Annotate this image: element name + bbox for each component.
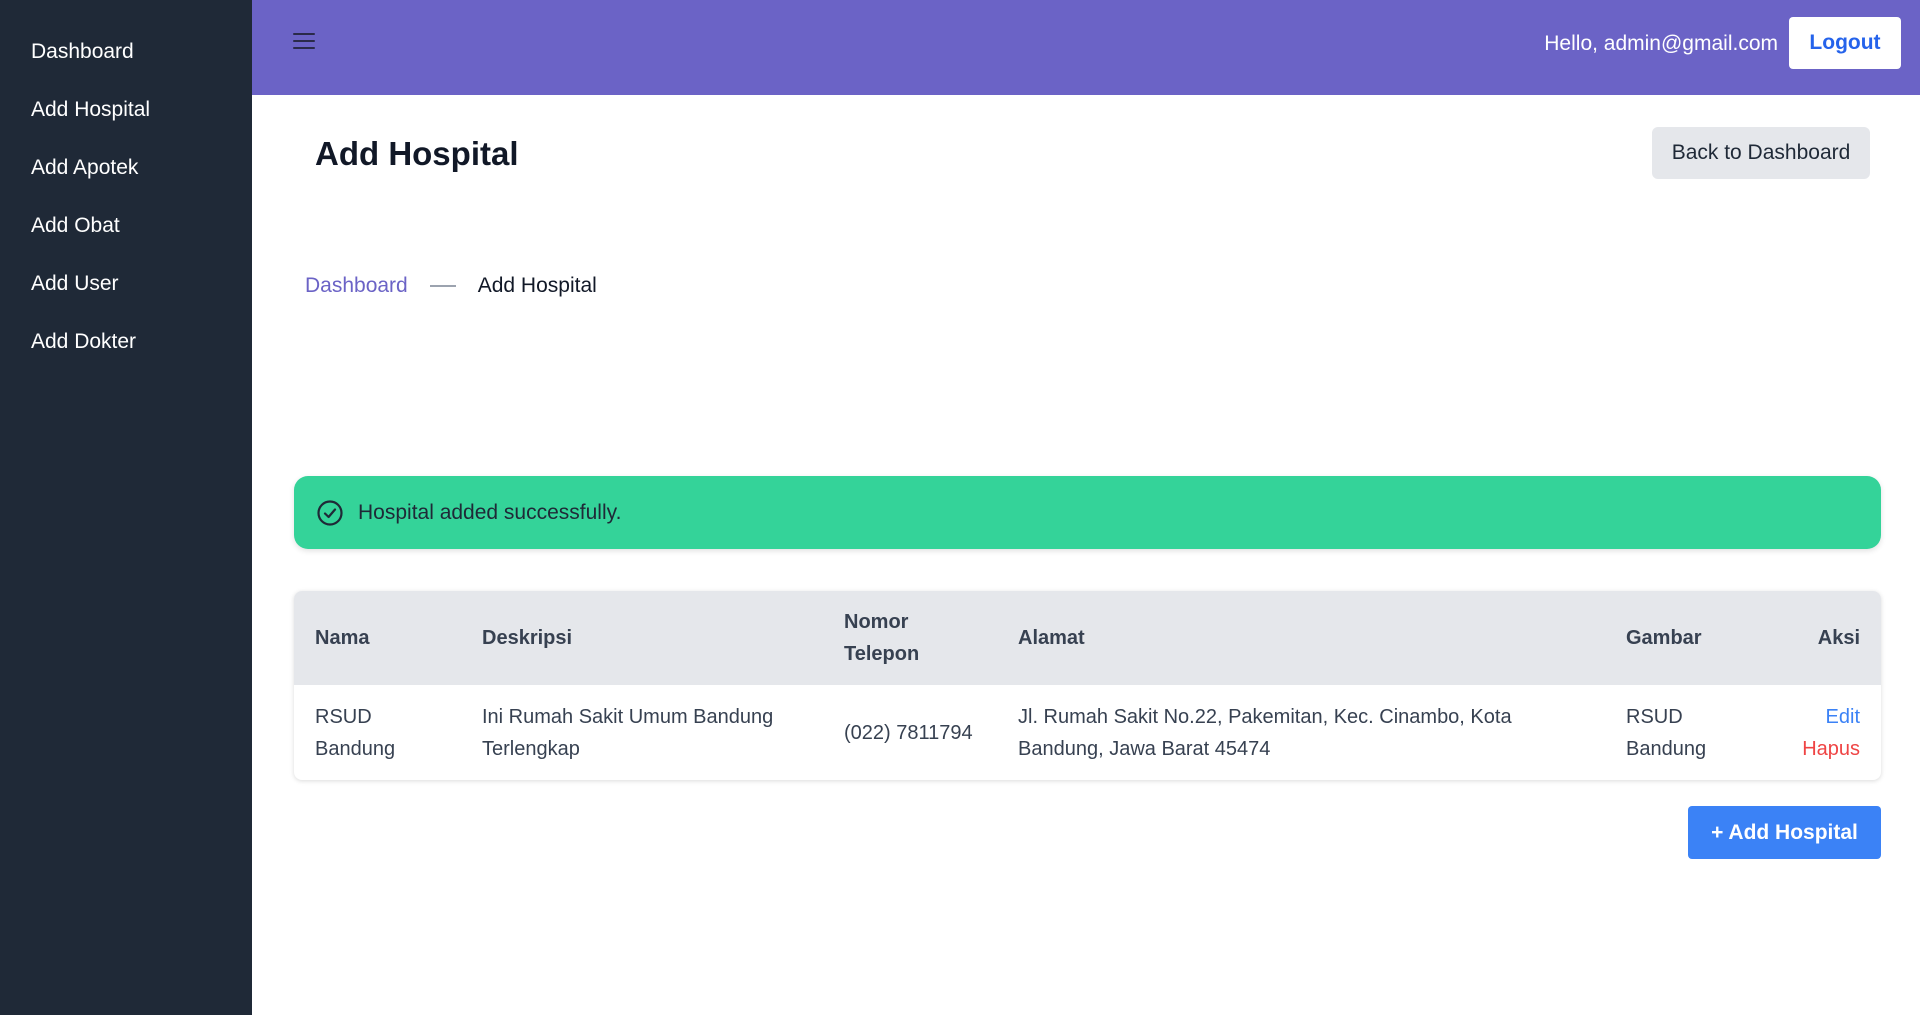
column-header-aksi: Aksi — [1817, 627, 1860, 649]
table-row: RSUD Bandung Ini Rumah Sakit Umum Bandun… — [294, 685, 1881, 780]
top-bar: Hello, admin@gmail.com Logout — [252, 0, 1920, 95]
back-to-dashboard-button[interactable]: Back to Dashboard — [1652, 127, 1870, 179]
sidebar: Dashboard Add Hospital Add Apotek Add Ob… — [0, 0, 252, 1015]
column-header-nomor-telepon: Nomor Telepon — [844, 611, 920, 665]
column-header-nama: Nama — [315, 627, 370, 649]
breadcrumb-current: Add Hospital — [477, 274, 597, 297]
sidebar-item-add-obat[interactable]: Add Obat — [0, 212, 252, 240]
breadcrumb-link-dashboard[interactable]: Dashboard — [305, 272, 408, 300]
sidebar-item-add-apotek[interactable]: Add Apotek — [0, 154, 252, 182]
cell-nama: RSUD Bandung — [315, 705, 396, 760]
cell-alamat: Jl. Rumah Sakit No.22, Pakemitan, Kec. C… — [1018, 705, 1512, 760]
table-header-row: Nama Deskripsi Nomor Telepon Alamat Gamb… — [294, 591, 1881, 685]
alert-message: Hospital added successfully. — [358, 500, 622, 524]
hospital-table: Nama Deskripsi Nomor Telepon Alamat Gamb… — [294, 591, 1881, 780]
sidebar-item-dashboard[interactable]: Dashboard — [0, 38, 252, 66]
app-root: Dashboard Add Hospital Add Apotek Add Ob… — [0, 0, 1920, 1015]
cell-deskripsi: Ini Rumah Sakit Umum Bandung Terlengkap — [482, 705, 774, 760]
column-header-gambar: Gambar — [1626, 627, 1702, 649]
user-greeting: Hello, admin@gmail.com — [1544, 32, 1778, 55]
cell-aksi: Edit Hapus — [1764, 685, 1881, 780]
edit-link[interactable]: Edit — [1785, 701, 1860, 733]
sidebar-item-add-dokter[interactable]: Add Dokter — [0, 328, 252, 356]
breadcrumb-separator — [429, 285, 456, 287]
page-title: Add Hospital — [315, 135, 519, 172]
success-alert: Hospital added successfully. — [294, 476, 1881, 549]
logout-button[interactable]: Logout — [1789, 17, 1901, 69]
check-circle-icon — [316, 499, 344, 527]
add-hospital-button[interactable]: + Add Hospital — [1688, 806, 1881, 859]
column-header-deskripsi: Deskripsi — [482, 627, 573, 649]
sidebar-item-add-hospital[interactable]: Add Hospital — [0, 96, 252, 124]
cell-gambar: RSUD Bandung — [1605, 685, 1764, 780]
column-header-alamat: Alamat — [1018, 627, 1085, 649]
hamburger-menu-icon[interactable] — [293, 33, 315, 51]
hospital-image-broken: RSUD Bandung — [1626, 705, 1707, 760]
delete-link[interactable]: Hapus — [1785, 733, 1860, 765]
sidebar-item-add-user[interactable]: Add User — [0, 270, 252, 298]
breadcrumb: Dashboard Add Hospital — [305, 272, 597, 300]
cell-nomor-telepon: (022) 7811794 — [844, 721, 973, 744]
